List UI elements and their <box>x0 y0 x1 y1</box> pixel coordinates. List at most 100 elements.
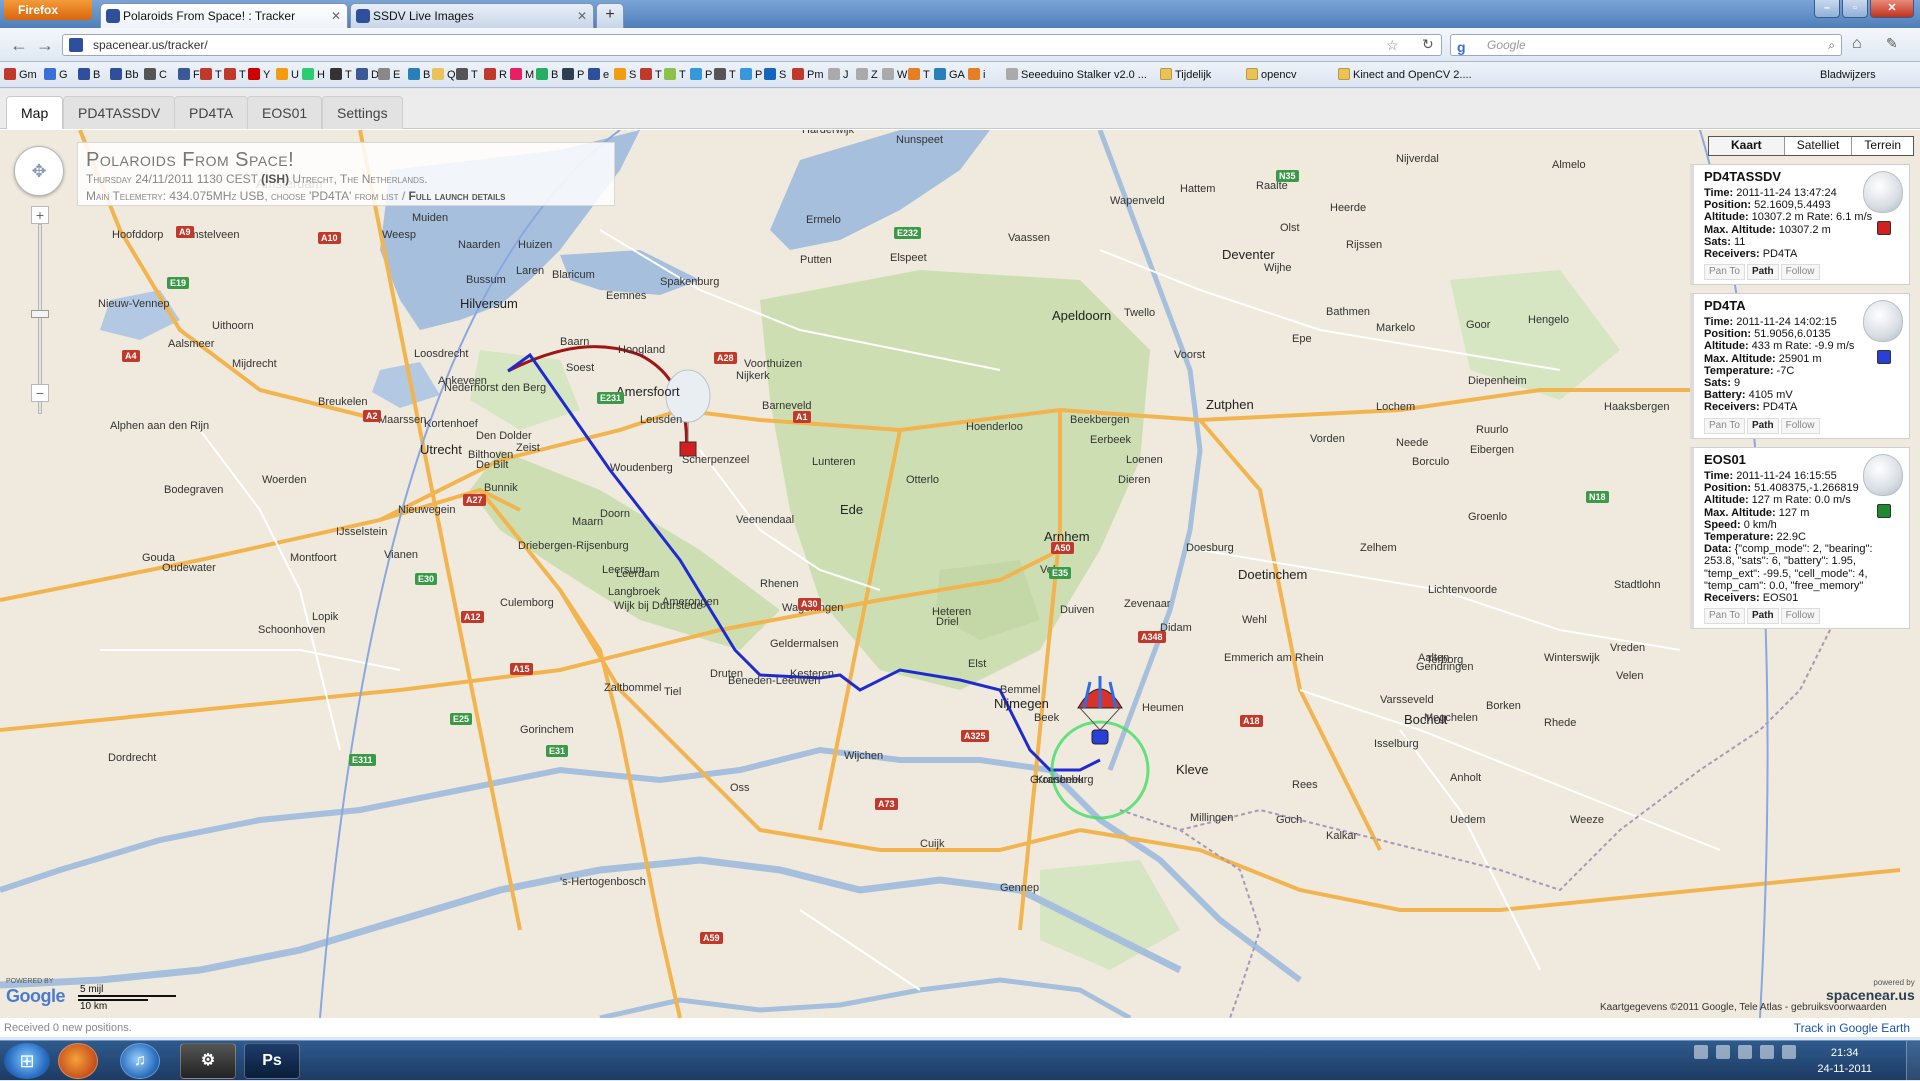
home-icon[interactable]: ⌂ <box>1852 35 1862 53</box>
new-tab-button[interactable]: + <box>596 3 624 28</box>
bookmark-item[interactable]: E <box>378 67 400 83</box>
launch-details-link[interactable]: Full launch details <box>409 189 506 203</box>
bookmark-item[interactable]: B <box>408 67 430 83</box>
path-button[interactable]: Path <box>1746 608 1779 625</box>
bookmark-item[interactable]: B <box>78 67 100 83</box>
vehicle-card-eos01[interactable]: EOS01 Time: 2011-11-24 16:15:55 Position: … <box>1690 447 1910 630</box>
bookmark-item[interactable]: Pm <box>792 67 824 83</box>
volume-icon[interactable] <box>1782 1045 1796 1059</box>
bookmark-item[interactable]: Tijdelijk <box>1160 67 1211 83</box>
pan-to-button[interactable]: Pan To <box>1704 264 1745 281</box>
url-input[interactable]: spacenear.us/tracker/ <box>62 34 1442 56</box>
vehicle-card-pd4tassdv[interactable]: PD4TASSDV Time: 2011-11-24 13:47:24 Positi… <box>1690 164 1910 286</box>
forward-icon[interactable]: → <box>34 34 56 56</box>
bookmark-item[interactable]: Z <box>856 67 878 83</box>
search-input[interactable]: g Google ⌕ <box>1450 34 1842 56</box>
reload-icon[interactable]: ↻ <box>1422 36 1434 53</box>
path-button[interactable]: Path <box>1746 264 1779 281</box>
bookmark-item[interactable]: T <box>330 67 352 83</box>
close-tab-icon[interactable]: ✕ <box>577 4 587 28</box>
bookmark-item[interactable]: Bb <box>110 67 138 83</box>
back-icon[interactable]: ← <box>8 34 30 56</box>
tab-map[interactable]: Map <box>6 96 64 129</box>
tab-settings[interactable]: Settings <box>322 96 403 129</box>
maptype-satelliet[interactable]: Satelliet <box>1783 137 1852 155</box>
tray-icon[interactable] <box>1716 1045 1730 1059</box>
addon-icon[interactable]: ✎ <box>1886 35 1898 52</box>
taskbar-steam[interactable]: ⚙ <box>180 1043 236 1079</box>
vehicle-card-pd4ta[interactable]: PD4TA Time: 2011-11-24 14:02:15 Position: … <box>1690 293 1910 439</box>
minimize-icon[interactable]: – <box>1814 0 1840 18</box>
bookmark-item[interactable]: U <box>276 67 299 83</box>
taskbar-itunes[interactable]: ♫ <box>120 1043 160 1079</box>
bookmark-item[interactable]: opencv <box>1246 67 1296 83</box>
tray-icon[interactable] <box>1738 1045 1752 1059</box>
bookmark-item[interactable]: Q <box>432 67 456 83</box>
follow-button[interactable]: Follow <box>1780 264 1820 281</box>
taskbar-firefox[interactable] <box>58 1043 98 1079</box>
bookmarks-menu[interactable]: Bladwijzers <box>1820 67 1876 83</box>
bookmark-item[interactable]: Seeeduino Stalker v2.0 ... <box>1006 67 1147 83</box>
bookmark-item[interactable]: H <box>302 67 325 83</box>
pan-to-button[interactable]: Pan To <box>1704 417 1745 434</box>
bookmark-item[interactable]: T <box>640 67 662 83</box>
pan-control[interactable]: ✥ <box>14 146 64 196</box>
bookmark-item[interactable]: Y <box>248 67 270 83</box>
tab-ssdv[interactable]: SSDV Live Images ✕ <box>350 3 594 28</box>
google-earth-link[interactable]: Track in Google Earth <box>1794 1019 1910 1037</box>
search-icon[interactable]: ⌕ <box>1828 35 1835 55</box>
bookmark-item[interactable]: T <box>200 67 222 83</box>
bookmark-item[interactable]: T <box>456 67 478 83</box>
pan-to-button[interactable]: Pan To <box>1704 608 1745 625</box>
bookmark-item[interactable]: T <box>224 67 246 83</box>
bookmark-item[interactable]: C <box>144 67 167 83</box>
bookmark-item[interactable]: G <box>44 67 68 83</box>
taskbar-photoshop[interactable]: Ps <box>244 1043 300 1079</box>
bookmark-item[interactable]: P <box>690 67 712 83</box>
maptype-kaart[interactable]: Kaart <box>1709 137 1784 155</box>
tab-eos01[interactable]: EOS01 <box>247 96 323 129</box>
bookmark-item[interactable]: Kinect and OpenCV 2.... <box>1338 67 1472 83</box>
bookmark-item[interactable]: T <box>714 67 736 83</box>
bookmark-item[interactable]: F <box>178 67 200 83</box>
bookmark-item[interactable]: P <box>562 67 584 83</box>
tab-tracker[interactable]: Polaroids From Space! : Tracker ✕ <box>100 3 348 28</box>
bookmark-item[interactable]: M <box>510 67 534 83</box>
bookmark-star-icon[interactable]: ☆ <box>1386 37 1399 54</box>
site-identity-icon[interactable] <box>69 38 83 52</box>
bookmark-item[interactable]: Gm <box>4 67 37 83</box>
tab-pd4tassdv[interactable]: PD4TASSDV <box>63 96 176 129</box>
firefox-menu-button[interactable]: Firefox <box>4 0 92 20</box>
maximize-icon[interactable]: ▫ <box>1842 0 1868 18</box>
search-engine-icon[interactable]: g <box>1457 37 1466 57</box>
map-canvas[interactable]: AmsterdamAmstelveenHoofddorpWeespMuidenN… <box>0 130 1920 1018</box>
close-window-icon[interactable]: ✕ <box>1870 0 1914 18</box>
bookmark-item[interactable]: D <box>356 67 379 83</box>
close-tab-icon[interactable]: ✕ <box>331 4 341 28</box>
follow-button[interactable]: Follow <box>1780 417 1820 434</box>
bookmark-item[interactable]: B <box>536 67 558 83</box>
zoom-slider-handle[interactable] <box>31 310 49 318</box>
bookmark-item[interactable]: S <box>764 67 786 83</box>
bookmark-item[interactable]: R <box>484 67 507 83</box>
bookmark-item[interactable]: T <box>664 67 686 83</box>
bookmark-item[interactable]: J <box>828 67 849 83</box>
clock[interactable]: 21:34 24-11-2011 <box>1817 1045 1872 1077</box>
show-desktop-button[interactable] <box>1906 1041 1920 1081</box>
bookmark-item[interactable]: T <box>908 67 930 83</box>
tray-icon[interactable] <box>1694 1045 1708 1059</box>
zoom-out-button[interactable]: − <box>31 384 49 402</box>
bookmark-item[interactable]: P <box>740 67 762 83</box>
tab-pd4ta[interactable]: PD4TA <box>174 96 249 129</box>
bookmark-item[interactable]: S <box>614 67 636 83</box>
spacenear-logo[interactable]: powered by spacenear.us <box>1826 978 1915 1003</box>
start-button[interactable]: ⊞ <box>4 1043 50 1079</box>
bookmark-item[interactable]: W <box>882 67 907 83</box>
follow-button[interactable]: Follow <box>1780 608 1820 625</box>
bookmark-item[interactable]: i <box>968 67 985 83</box>
network-icon[interactable] <box>1760 1045 1774 1059</box>
bookmark-item[interactable]: GA <box>934 67 965 83</box>
path-button[interactable]: Path <box>1746 417 1779 434</box>
google-logo[interactable]: Google <box>6 986 66 1007</box>
bookmark-item[interactable]: e <box>588 67 609 83</box>
